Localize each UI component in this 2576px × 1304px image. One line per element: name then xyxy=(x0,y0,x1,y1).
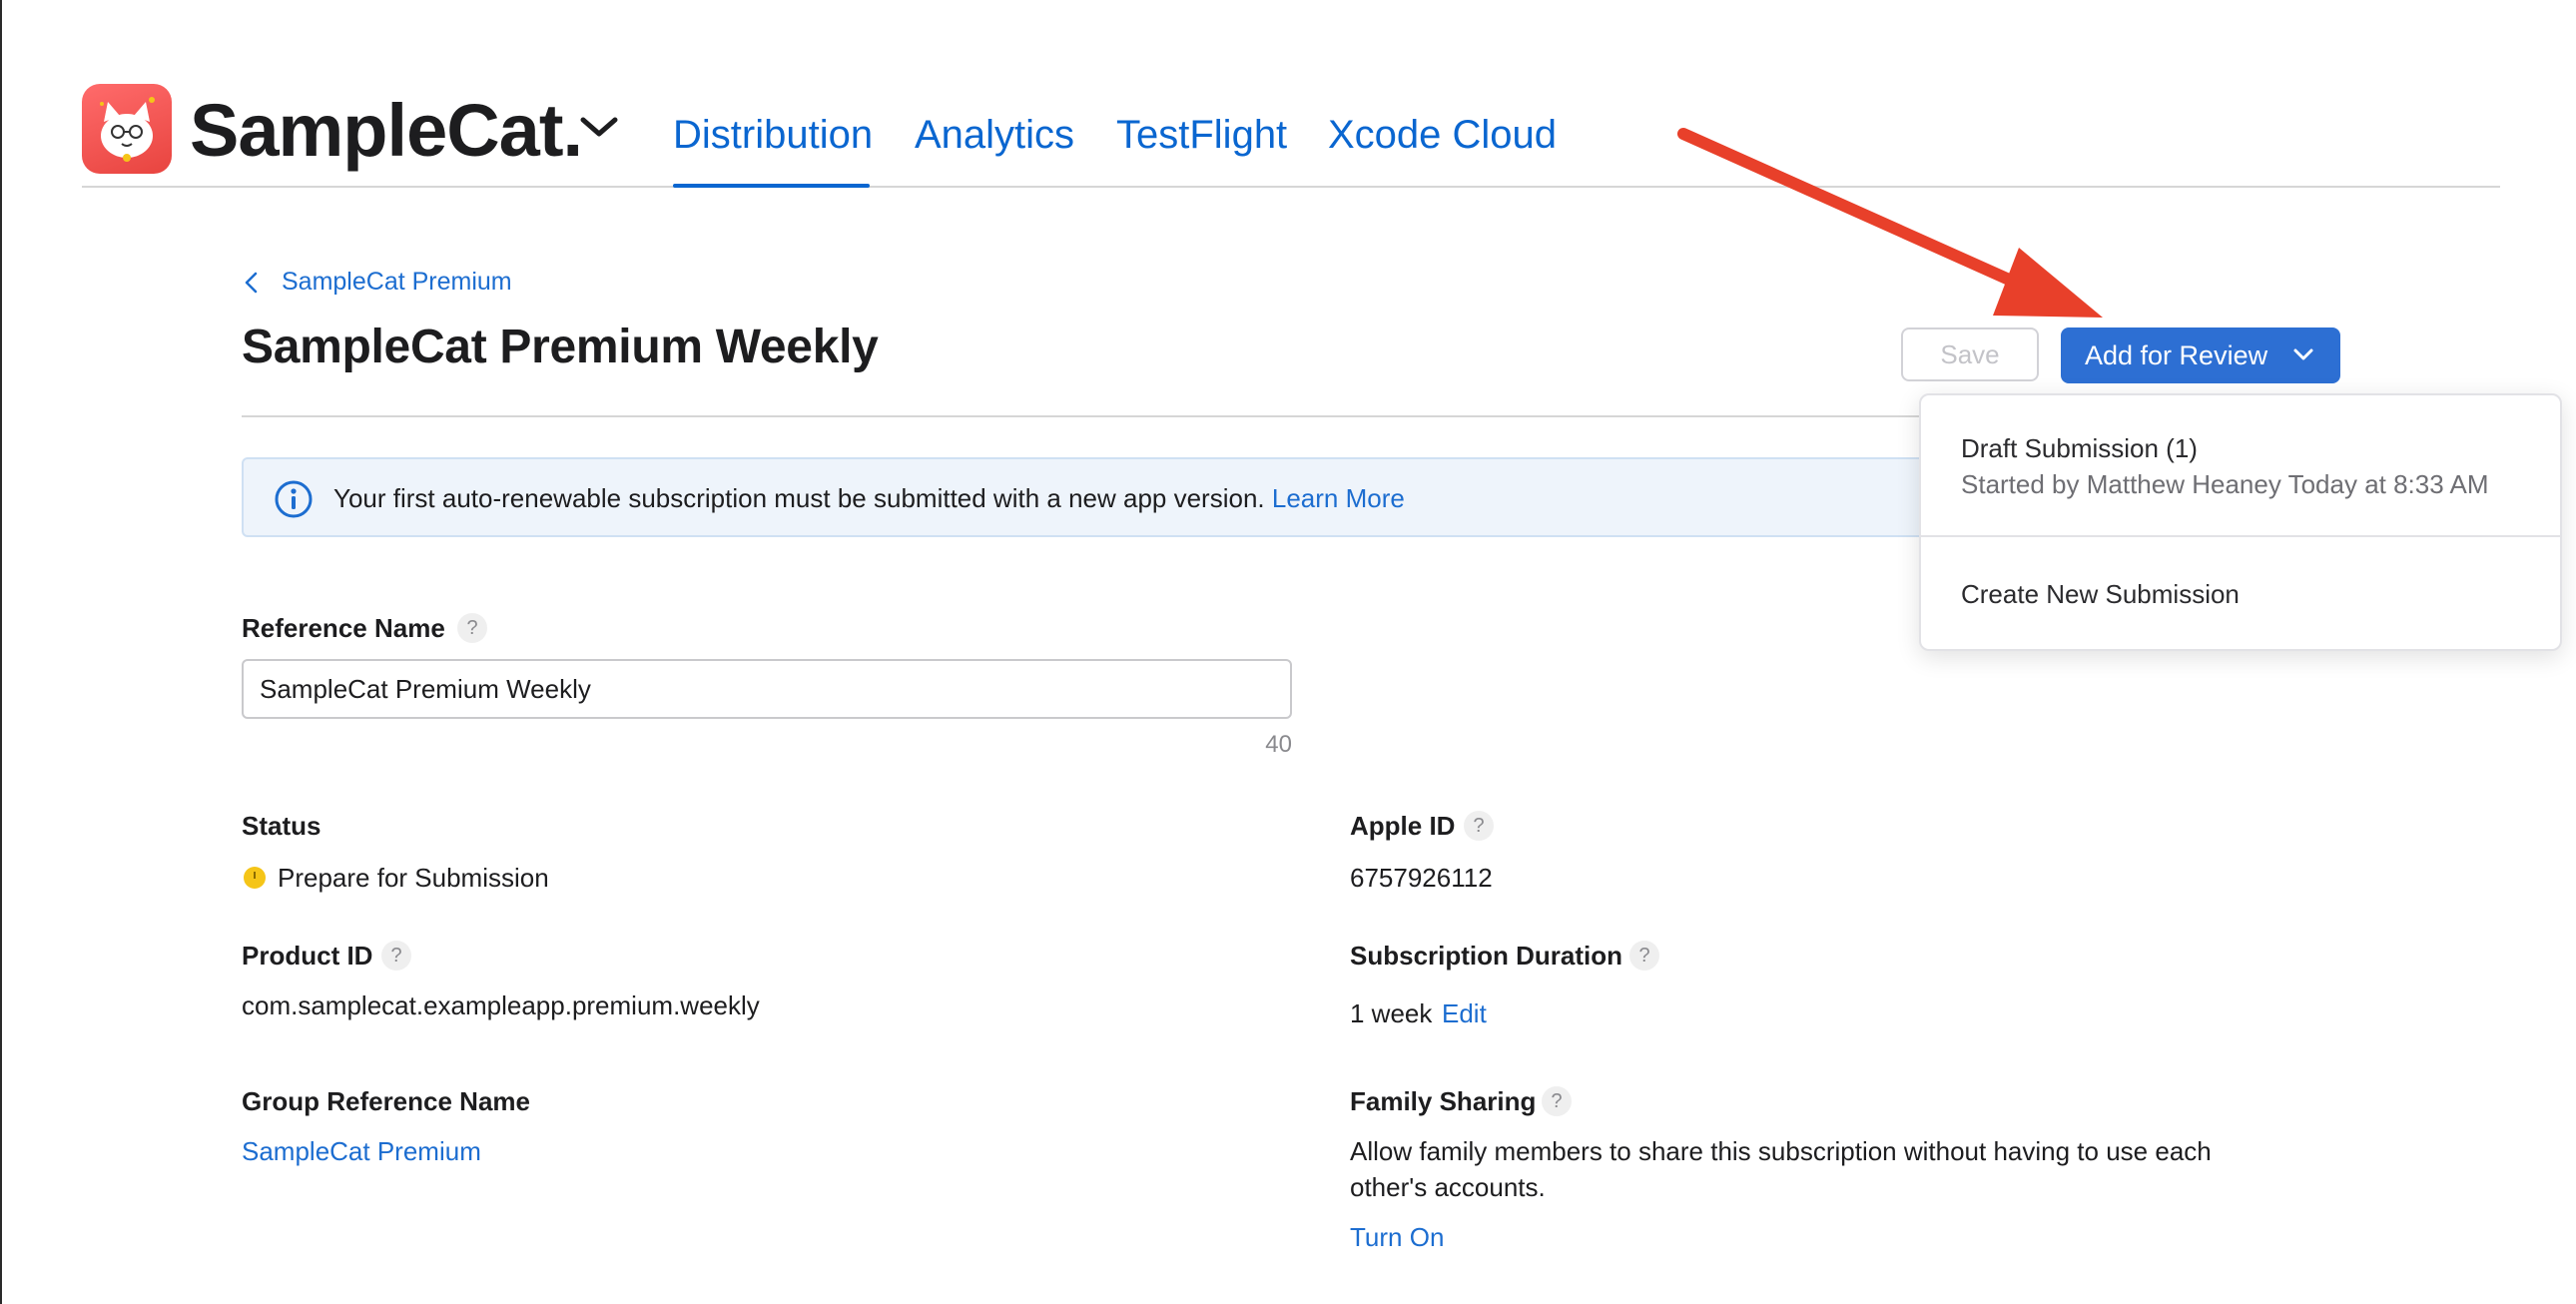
add-for-review-button[interactable]: Add for Review xyxy=(2061,327,2340,383)
status-value: Prepare for Submission xyxy=(278,863,549,893)
reference-name-label: Reference Name xyxy=(242,613,445,643)
tab-distribution[interactable]: Distribution xyxy=(673,110,873,160)
breadcrumb[interactable]: SampleCat Premium xyxy=(282,266,512,298)
menu-item-create-new-submission[interactable]: Create New Submission xyxy=(1961,577,2240,611)
page-title: SampleCat Premium Weekly xyxy=(242,321,879,373)
banner-text: Your first auto-renewable subscription m… xyxy=(333,481,1405,515)
window-edge xyxy=(0,0,2,1304)
subscription-duration-help-icon[interactable]: ? xyxy=(1629,941,1659,971)
add-for-review-menu: Draft Submission (1) Started by Matthew … xyxy=(1919,393,2562,651)
apple-id-help-icon[interactable]: ? xyxy=(1464,811,1494,841)
status-label: Status xyxy=(242,811,322,841)
info-banner: Your first auto-renewable subscription m… xyxy=(242,457,1939,537)
apple-id-label: Apple ID xyxy=(1350,811,1456,841)
menu-item-draft-submission[interactable]: Draft Submission (1) xyxy=(1961,431,2198,465)
family-sharing-description-line2: other's accounts. xyxy=(1350,1172,1546,1202)
turn-on-family-sharing-link[interactable]: Turn On xyxy=(1350,1220,1444,1254)
add-for-review-label: Add for Review xyxy=(2085,340,2268,370)
active-tab-indicator xyxy=(673,184,870,188)
reference-name-help-icon[interactable]: ? xyxy=(457,613,487,643)
group-reference-name-label: Group Reference Name xyxy=(242,1086,530,1116)
app-name[interactable]: SampleCat. xyxy=(190,88,583,174)
title-divider xyxy=(242,415,1953,417)
chevron-down-icon xyxy=(2293,348,2313,360)
family-sharing-label: Family Sharing xyxy=(1350,1086,1537,1116)
app-switcher-chevron-icon[interactable] xyxy=(577,112,621,142)
product-id-label: Product ID xyxy=(242,941,373,971)
edit-duration-link[interactable]: Edit xyxy=(1442,996,1487,1030)
group-reference-name-link[interactable]: SampleCat Premium xyxy=(242,1134,481,1168)
app-icon[interactable] xyxy=(82,84,172,174)
header-divider xyxy=(82,186,2500,188)
samplecat-app-icon xyxy=(100,97,155,162)
reference-name-input[interactable]: SampleCat Premium Weekly xyxy=(242,659,1292,719)
tab-analytics[interactable]: Analytics xyxy=(915,110,1074,160)
banner-message: Your first auto-renewable subscription m… xyxy=(333,483,1265,513)
draft-submission-subtitle[interactable]: Started by Matthew Heaney Today at 8:33 … xyxy=(1961,467,2489,501)
menu-divider xyxy=(1921,535,2560,537)
tab-xcode-cloud[interactable]: Xcode Cloud xyxy=(1328,110,1557,160)
info-icon xyxy=(274,479,314,519)
learn-more-link[interactable]: Learn More xyxy=(1272,483,1405,513)
status-clock-icon xyxy=(244,867,266,889)
apple-id-value: 6757926112 xyxy=(1350,863,1493,893)
save-button[interactable]: Save xyxy=(1901,327,2039,381)
chevron-left-icon[interactable] xyxy=(242,271,262,295)
family-sharing-help-icon[interactable]: ? xyxy=(1542,1086,1572,1116)
reference-name-char-count: 40 xyxy=(1265,731,1292,758)
annotation-arrow-icon xyxy=(1677,120,2117,329)
product-id-help-icon[interactable]: ? xyxy=(381,941,411,971)
family-sharing-description-line1: Allow family members to share this subsc… xyxy=(1350,1136,2212,1166)
subscription-duration-value: 1 week xyxy=(1350,998,1433,1028)
subscription-duration-label: Subscription Duration xyxy=(1350,941,1622,971)
tab-testflight[interactable]: TestFlight xyxy=(1116,110,1287,160)
product-id-value: com.samplecat.exampleapp.premium.weekly xyxy=(242,990,760,1020)
